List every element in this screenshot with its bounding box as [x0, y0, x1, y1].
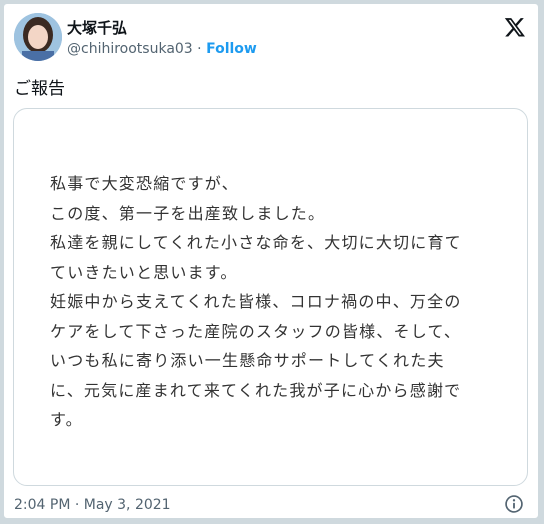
author-name[interactable]: 大塚千弘 — [67, 17, 127, 38]
x-logo-icon[interactable] — [504, 16, 526, 38]
tweet-timestamp[interactable]: 2:04 PM · May 3, 2021 — [14, 497, 171, 513]
tweet-card: 大塚千弘 @chihirootsuka03 · Follow ご報告 私事で大変… — [3, 3, 539, 519]
media-text-line: 私事で大変恐縮ですが、 — [50, 174, 239, 193]
author-handle[interactable]: @chihirootsuka03 — [67, 41, 193, 57]
avatar[interactable] — [14, 13, 62, 61]
media-text-line: ケアをして下さった産院のスタッフの皆様、そして、 — [50, 321, 462, 341]
info-icon[interactable] — [504, 494, 524, 514]
tweet-media-image[interactable]: 私事で大変恐縮ですが、 この度、第一子を出産致しました。 私達を親にしてくれた小… — [13, 108, 528, 486]
tweet-text: ご報告 — [14, 79, 65, 99]
media-text-line: 妊娠中から支えてくれた皆様、コロナ禍の中、万全の — [50, 292, 462, 311]
media-text-block: 私事で大変恐縮ですが、 この度、第一子を出産致しました。 私達を親にしてくれた小… — [50, 169, 462, 435]
media-text-line: いつも私に寄り添い一生懸命サポートしてくれた夫 — [50, 351, 445, 370]
media-text-line: 私達を親にしてくれた小さな命を、大切に大切に育て — [50, 233, 462, 252]
media-text-line: ていきたいと思います。 — [50, 262, 238, 282]
media-text-line: す。 — [50, 410, 83, 429]
media-text-line: この度、第一子を出産致しました。 — [50, 203, 326, 223]
follow-button[interactable]: Follow — [206, 41, 257, 57]
author-meta: @chihirootsuka03 · Follow — [67, 41, 257, 57]
meta-separator: · — [197, 41, 202, 57]
media-text-line: に、元気に産まれて来てくれた我が子に心から感謝で — [50, 380, 462, 400]
